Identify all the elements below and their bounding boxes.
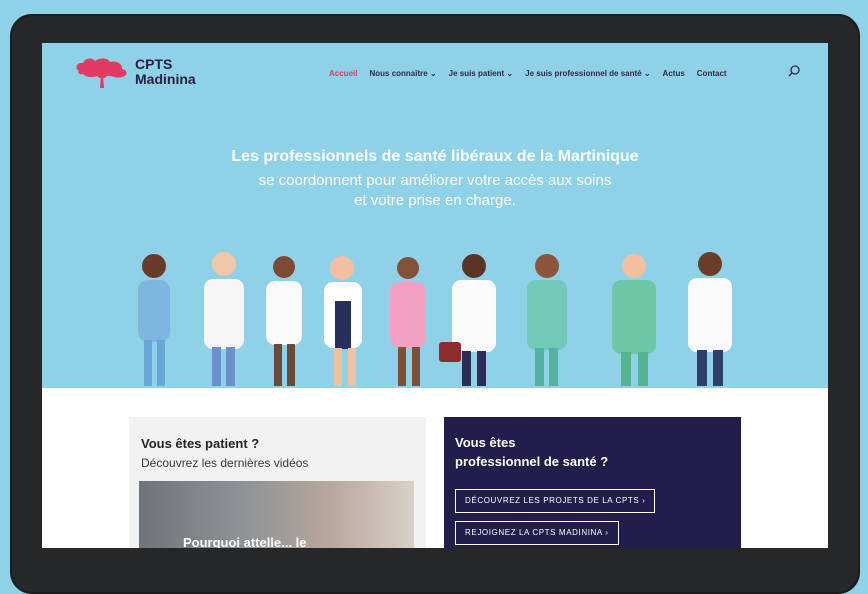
patient-card-title: Vous êtes patient ? xyxy=(141,436,260,451)
figure-9 xyxy=(688,252,732,386)
professional-card: Vous êtes professionnel de santé ? DÉCOU… xyxy=(444,417,741,548)
tree-logo-icon xyxy=(76,58,127,88)
figure-1 xyxy=(138,254,170,386)
join-cpts-button[interactable]: REJOIGNEZ LA CPTS MADININA › xyxy=(455,521,619,545)
professional-card-title-line1: Vous êtes xyxy=(455,435,516,450)
professional-card-title: Vous êtes professionnel de santé ? xyxy=(455,433,608,471)
logo-text: CPTS Madinina xyxy=(135,57,196,87)
figure-2 xyxy=(204,252,244,386)
menu-item-nous-connaitre[interactable]: Nous connaître ⌄ xyxy=(369,69,436,78)
video-thumbnail[interactable]: Pourquoi attelle... le xyxy=(139,481,414,548)
figure-7 xyxy=(527,254,567,386)
hero-title: Les professionnels de santé libéraux de … xyxy=(231,148,639,165)
search-icon[interactable] xyxy=(786,64,802,80)
website-screen: CPTS Madinina Accueil Nous connaître ⌄ J… xyxy=(42,43,828,548)
figure-6 xyxy=(439,254,496,386)
logo-line2: Madinina xyxy=(135,71,196,87)
figure-5 xyxy=(390,257,426,386)
cpts-logo[interactable]: CPTS Madinina xyxy=(73,55,196,89)
laptop-frame: CPTS Madinina Accueil Nous connaître ⌄ J… xyxy=(10,14,860,594)
hero-subtitle: se coordonnent pour améliorer votre accè… xyxy=(42,171,828,211)
figure-8 xyxy=(612,254,656,386)
top-navigation: CPTS Madinina Accueil Nous connaître ⌄ J… xyxy=(42,43,828,101)
video-caption: Pourquoi attelle... le xyxy=(183,535,307,548)
logo-line1: CPTS xyxy=(135,56,173,72)
patient-card-subtitle: Découvrez les dernières vidéos xyxy=(141,456,309,470)
menu-item-actus[interactable]: Actus xyxy=(663,69,685,78)
patient-card: Vous êtes patient ? Découvrez les derniè… xyxy=(129,417,426,548)
menu-item-je-suis-patient[interactable]: Je suis patient ⌄ xyxy=(449,69,514,78)
hero-subtitle-line2: et votre prise en charge. xyxy=(354,192,516,209)
professional-card-title-line2: professionnel de santé ? xyxy=(455,454,609,469)
figure-3 xyxy=(266,256,302,386)
menu-item-je-suis-professionnel[interactable]: Je suis professionnel de santé ⌄ xyxy=(525,69,650,78)
hero-subtitle-line1: se coordonnent pour améliorer votre accè… xyxy=(258,172,612,189)
main-menu: Accueil Nous connaître ⌄ Je suis patient… xyxy=(329,69,727,78)
discover-projects-button[interactable]: DÉCOUVREZ LES PROJETS DE LA CPTS › xyxy=(455,489,656,513)
figure-4 xyxy=(324,256,362,386)
health-professionals-illustration xyxy=(138,252,732,386)
menu-item-accueil[interactable]: Accueil xyxy=(329,69,357,78)
menu-item-contact[interactable]: Contact xyxy=(697,69,727,78)
hero-section: Les professionnels de santé libéraux de … xyxy=(42,101,828,388)
